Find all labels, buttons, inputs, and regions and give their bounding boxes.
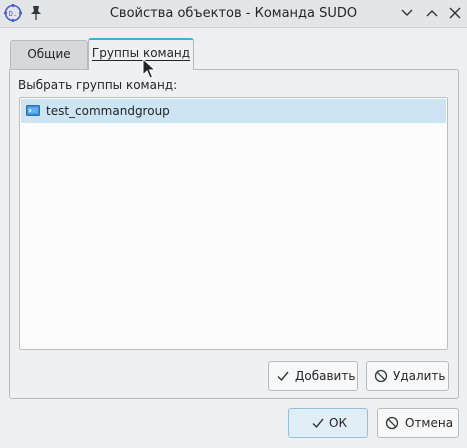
cancel-button[interactable]: Отмена xyxy=(377,408,459,438)
tab-general-label: Общие xyxy=(27,47,71,61)
cancel-button-label: Отмена xyxy=(405,416,454,430)
add-button-label: Добавить xyxy=(295,369,356,383)
maximize-button[interactable] xyxy=(424,5,440,21)
list-item-label: test_commandgroup xyxy=(46,104,170,118)
list-item[interactable]: test_commandgroup xyxy=(21,99,446,123)
close-button[interactable] xyxy=(447,5,463,21)
check-icon xyxy=(312,418,324,429)
chevron-up-icon xyxy=(426,10,438,17)
minimize-button[interactable] xyxy=(399,5,415,21)
check-icon xyxy=(277,371,289,382)
add-button[interactable]: Добавить xyxy=(268,361,358,391)
ok-button[interactable]: ОК xyxy=(288,408,368,438)
title-bar[interactable]: D. Свойства объектов - Команда SUDO xyxy=(0,0,467,28)
command-groups-list[interactable]: test_commandgroup xyxy=(19,97,448,350)
delete-button[interactable]: Удалить xyxy=(366,361,449,391)
ok-button-label: ОК xyxy=(329,416,347,430)
cancel-circle-icon xyxy=(385,416,399,430)
window-title: Свойства объектов - Команда SUDO xyxy=(109,6,358,21)
tab-general[interactable]: Общие xyxy=(10,40,88,69)
command-group-icon xyxy=(26,105,40,116)
close-icon xyxy=(449,7,461,19)
chevron-down-icon xyxy=(401,9,413,16)
select-groups-label: Выбрать группы команд: xyxy=(18,78,178,92)
mouse-cursor-icon xyxy=(142,58,157,79)
cancel-circle-icon xyxy=(374,369,388,383)
delete-button-label: Удалить xyxy=(393,369,446,383)
